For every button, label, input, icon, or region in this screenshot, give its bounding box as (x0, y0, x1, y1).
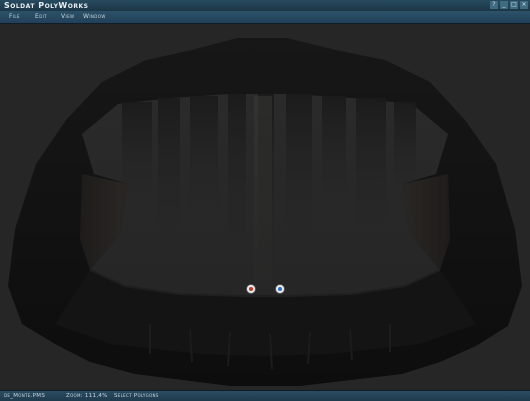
window-title: Soldat PolyWorks (4, 1, 89, 10)
menu-view[interactable]: View (61, 11, 74, 23)
menu-window[interactable]: Window (83, 11, 106, 23)
map-canvas[interactable] (0, 24, 530, 390)
maximize-button[interactable]: □ (510, 1, 518, 9)
menu-file[interactable]: File (9, 11, 20, 23)
status-bar: de_Monte.PMS Zoom: 111,4% Select Polygon… (0, 390, 530, 401)
help-button[interactable]: ? (490, 1, 498, 9)
close-button[interactable]: × (520, 1, 528, 9)
menu-bar: File Edit View Window (0, 11, 530, 24)
minimize-button[interactable]: _ (500, 1, 508, 9)
map-view (8, 38, 522, 386)
spawn-blue[interactable] (275, 284, 285, 294)
spawn-red[interactable] (246, 284, 256, 294)
window-controls: ? _ □ × (490, 1, 528, 9)
menu-edit[interactable]: Edit (35, 11, 47, 23)
